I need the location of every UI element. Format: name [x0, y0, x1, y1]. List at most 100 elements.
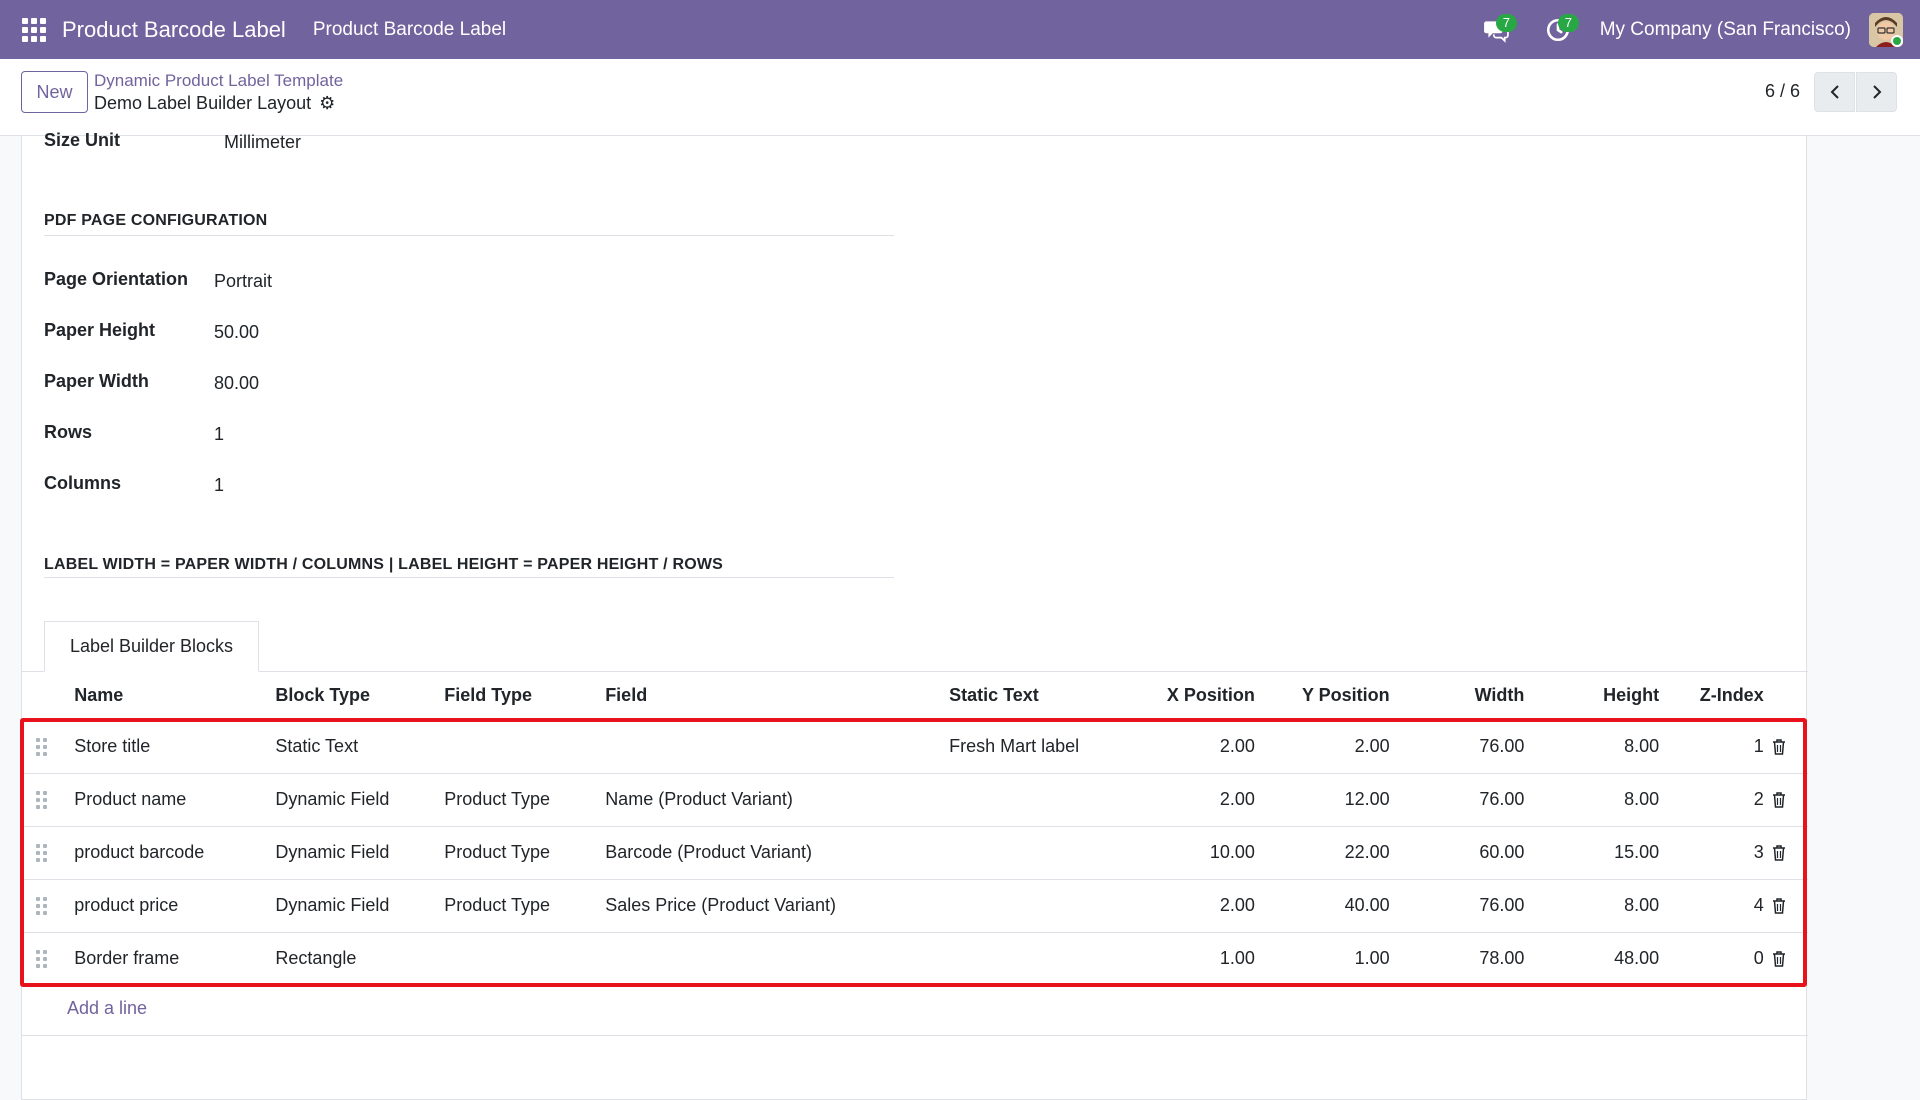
- drag-handle-icon[interactable]: [22, 773, 67, 827]
- delete-row-button[interactable]: [1771, 879, 1808, 933]
- cell-height[interactable]: 15.00: [1532, 826, 1668, 880]
- table-row[interactable]: Product name Dynamic Field Product Type …: [22, 773, 1808, 827]
- cell-field[interactable]: Name (Product Variant): [597, 773, 942, 827]
- columns-value[interactable]: 1: [214, 475, 224, 496]
- cell-field[interactable]: Sales Price (Product Variant): [597, 879, 942, 933]
- cell-x-position[interactable]: 1.00: [1132, 932, 1263, 986]
- cell-width[interactable]: 76.00: [1397, 720, 1533, 774]
- cell-height[interactable]: 8.00: [1532, 879, 1668, 933]
- cell-name[interactable]: Store title: [66, 720, 268, 774]
- drag-handle-icon[interactable]: [22, 826, 67, 880]
- tab-label-builder-blocks[interactable]: Label Builder Blocks: [44, 621, 259, 672]
- cell-y-position[interactable]: 22.00: [1262, 826, 1398, 880]
- column-header-z-index[interactable]: Z-Index: [1667, 672, 1772, 721]
- app-title[interactable]: Product Barcode Label: [62, 17, 286, 43]
- pager-value[interactable]: 6 / 6: [1765, 81, 1800, 102]
- drag-handle-icon[interactable]: [22, 932, 67, 986]
- menu-item-product-barcode-label[interactable]: Product Barcode Label: [313, 19, 506, 41]
- cell-block-type[interactable]: Static Text: [267, 720, 437, 774]
- cell-width[interactable]: 76.00: [1397, 879, 1533, 933]
- drag-handle-icon[interactable]: [22, 720, 67, 774]
- cell-field[interactable]: [597, 720, 942, 774]
- cell-field-type[interactable]: Product Type: [436, 879, 598, 933]
- cell-field[interactable]: Barcode (Product Variant): [597, 826, 942, 880]
- rows-value[interactable]: 1: [214, 424, 224, 445]
- cell-y-position[interactable]: 40.00: [1262, 879, 1398, 933]
- cell-height[interactable]: 8.00: [1532, 773, 1668, 827]
- cell-name[interactable]: Border frame: [66, 932, 268, 986]
- cell-x-position[interactable]: 2.00: [1132, 720, 1263, 774]
- cell-z-index[interactable]: 4: [1667, 879, 1772, 933]
- cell-height[interactable]: 48.00: [1532, 932, 1668, 986]
- cell-block-type[interactable]: Rectangle: [267, 932, 437, 986]
- cell-width[interactable]: 78.00: [1397, 932, 1533, 986]
- breadcrumb-parent[interactable]: Dynamic Product Label Template: [94, 71, 343, 91]
- column-header-y-position[interactable]: Y Position: [1262, 672, 1398, 721]
- column-header-x-position[interactable]: X Position: [1132, 672, 1263, 721]
- cell-y-position[interactable]: 12.00: [1262, 773, 1398, 827]
- cell-name[interactable]: Product name: [66, 773, 268, 827]
- page-orientation-value[interactable]: Portrait: [214, 271, 272, 292]
- company-switcher[interactable]: My Company (San Francisco): [1600, 19, 1851, 41]
- activities-button[interactable]: 7: [1542, 13, 1579, 46]
- paper-width-value[interactable]: 80.00: [214, 373, 259, 394]
- cell-y-position[interactable]: 2.00: [1262, 720, 1398, 774]
- delete-row-button[interactable]: [1771, 932, 1808, 986]
- pager-previous-button[interactable]: [1814, 72, 1855, 112]
- cell-field-type[interactable]: Product Type: [436, 826, 598, 880]
- cell-static-text[interactable]: Fresh Mart label: [941, 720, 1133, 774]
- app-menu-icon[interactable]: [22, 17, 46, 42]
- column-header-block-type[interactable]: Block Type: [267, 672, 437, 721]
- drag-handle-icon[interactable]: [22, 879, 67, 933]
- cell-width[interactable]: 60.00: [1397, 826, 1533, 880]
- cell-field-type[interactable]: [436, 932, 598, 986]
- pager-next-button[interactable]: [1856, 72, 1897, 112]
- column-header-height[interactable]: Height: [1532, 672, 1668, 721]
- cell-x-position[interactable]: 10.00: [1132, 826, 1263, 880]
- cell-x-position[interactable]: 2.00: [1132, 879, 1263, 933]
- new-button[interactable]: New: [21, 71, 88, 113]
- section-divider: [44, 577, 894, 578]
- chevron-right-icon: [1872, 85, 1881, 99]
- column-header-width[interactable]: Width: [1397, 672, 1533, 721]
- cell-field-type[interactable]: [436, 720, 598, 774]
- paper-height-value[interactable]: 50.00: [214, 322, 259, 343]
- delete-row-button[interactable]: [1771, 826, 1808, 880]
- cell-block-type[interactable]: Dynamic Field: [267, 879, 437, 933]
- cell-field[interactable]: [597, 932, 942, 986]
- cell-height[interactable]: 8.00: [1532, 720, 1668, 774]
- cell-block-type[interactable]: Dynamic Field: [267, 826, 437, 880]
- cell-y-position[interactable]: 1.00: [1262, 932, 1398, 986]
- delete-row-button[interactable]: [1771, 773, 1808, 827]
- cell-name[interactable]: product price: [66, 879, 268, 933]
- table-row[interactable]: Store title Static Text Fresh Mart label…: [22, 720, 1808, 774]
- table-row[interactable]: Border frame Rectangle 1.00 1.00 78.00 4…: [22, 932, 1808, 986]
- record-title: Demo Label Builder Layout: [94, 93, 312, 113]
- gear-icon[interactable]: ⚙: [319, 93, 335, 114]
- cell-static-text[interactable]: [941, 932, 1133, 986]
- cell-static-text[interactable]: [941, 773, 1133, 827]
- size-unit-value[interactable]: Millimeter: [224, 132, 301, 153]
- cell-z-index[interactable]: 3: [1667, 826, 1772, 880]
- cell-x-position[interactable]: 2.00: [1132, 773, 1263, 827]
- section-title-pdf-page-configuration: PDF PAGE CONFIGURATION: [44, 212, 268, 229]
- messages-button[interactable]: 7: [1480, 13, 1517, 46]
- delete-row-button[interactable]: [1771, 720, 1808, 774]
- add-a-line-link[interactable]: Add a line: [67, 998, 147, 1019]
- cell-field-type[interactable]: Product Type: [436, 773, 598, 827]
- user-avatar[interactable]: [1869, 12, 1903, 47]
- cell-block-type[interactable]: Dynamic Field: [267, 773, 437, 827]
- cell-name[interactable]: product barcode: [66, 826, 268, 880]
- cell-z-index[interactable]: 1: [1667, 720, 1772, 774]
- cell-z-index[interactable]: 2: [1667, 773, 1772, 827]
- cell-static-text[interactable]: [941, 879, 1133, 933]
- column-header-field-type[interactable]: Field Type: [436, 672, 598, 721]
- table-row[interactable]: product price Dynamic Field Product Type…: [22, 879, 1808, 933]
- cell-width[interactable]: 76.00: [1397, 773, 1533, 827]
- cell-z-index[interactable]: 0: [1667, 932, 1772, 986]
- column-header-name[interactable]: Name: [66, 672, 268, 721]
- column-header-static-text[interactable]: Static Text: [941, 672, 1133, 721]
- cell-static-text[interactable]: [941, 826, 1133, 880]
- column-header-field[interactable]: Field: [597, 672, 942, 721]
- table-row[interactable]: product barcode Dynamic Field Product Ty…: [22, 826, 1808, 880]
